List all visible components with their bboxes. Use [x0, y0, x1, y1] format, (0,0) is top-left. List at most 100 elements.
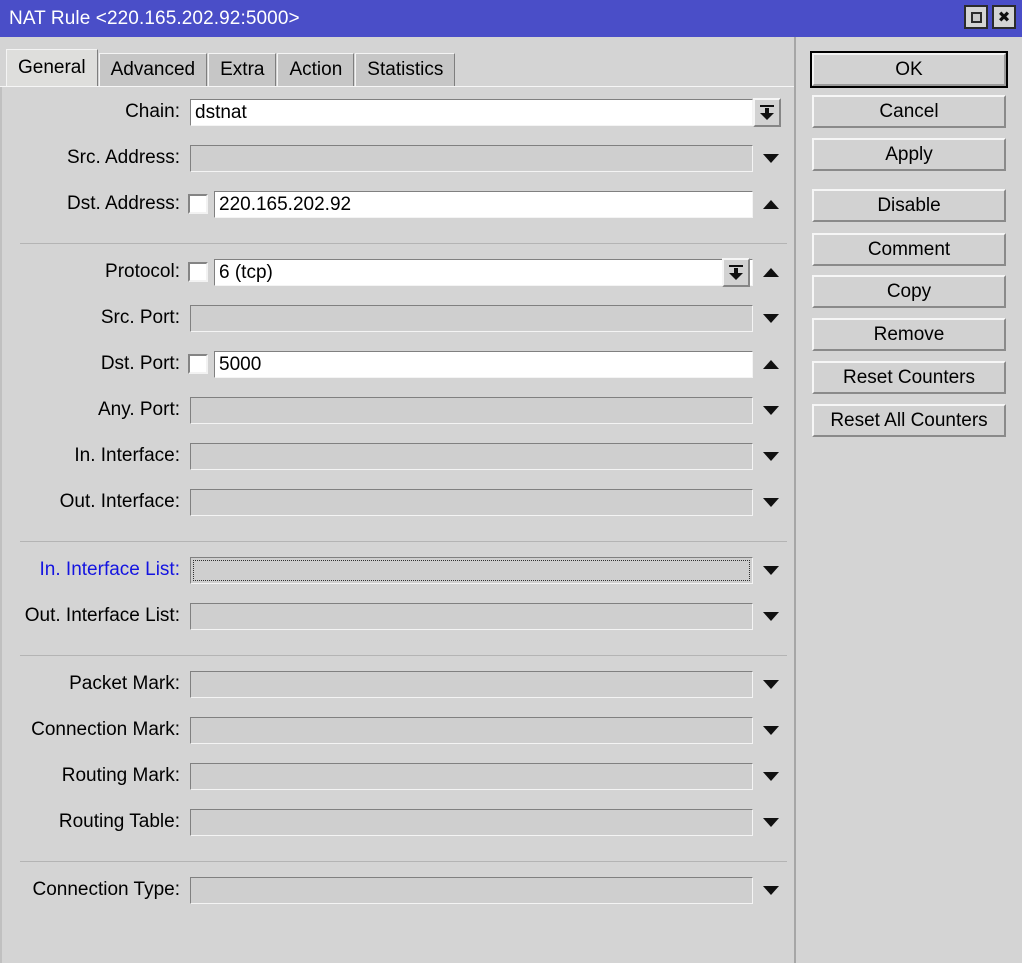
tab-label: Advanced [111, 59, 196, 81]
label-connection-mark: Connection Mark: [31, 714, 180, 746]
label-out-interface: Out. Interface: [60, 486, 180, 518]
button-label: Cancel [879, 101, 938, 123]
collapse-up-icon-protocol[interactable] [761, 265, 781, 279]
tab-label: General [18, 57, 86, 79]
tab-general[interactable]: General [6, 49, 98, 86]
field-row-connection-mark: Connection Mark: [2, 714, 796, 746]
copy-button[interactable]: Copy [812, 275, 1006, 308]
tab-advanced[interactable]: Advanced [99, 53, 208, 86]
button-label: Reset All Counters [830, 410, 987, 432]
expand-down-icon-packet-mark[interactable] [761, 677, 781, 691]
title-bar[interactable]: NAT Rule <220.165.202.92:5000> ✖ [0, 0, 1022, 37]
expand-down-icon-connection-mark[interactable] [761, 723, 781, 737]
label-dst-address: Dst. Address: [67, 188, 180, 220]
expand-down-icon-src-port[interactable] [761, 311, 781, 325]
input-value: 6 (tcp) [219, 262, 273, 283]
expand-down-icon-routing-mark[interactable] [761, 769, 781, 783]
field-row-any-port: Any. Port: [2, 394, 796, 426]
label-routing-table: Routing Table: [59, 806, 180, 838]
field-row-packet-mark: Packet Mark: [2, 668, 796, 700]
dialog-button-column: OK Cancel Apply Disable Comment Copy Remove Res… [796, 37, 1022, 963]
input-routing-table[interactable] [190, 809, 753, 836]
dropdown-arrow-icon [728, 264, 744, 281]
field-row-src-port: Src. Port: [2, 302, 796, 334]
general-tab-panel: Chain: dstnat Src. Address: Dst. Address: 22… [0, 87, 794, 963]
label-in-interface-list: In. Interface List: [40, 554, 180, 586]
field-row-src-address: Src. Address: [2, 142, 796, 174]
dropdown-button-protocol[interactable] [722, 258, 750, 287]
expand-down-icon-routing-table[interactable] [761, 815, 781, 829]
input-routing-mark[interactable] [190, 763, 753, 790]
input-src-port[interactable] [190, 305, 753, 332]
comment-button[interactable]: Comment [812, 233, 1006, 266]
input-packet-mark[interactable] [190, 671, 753, 698]
field-row-dst-address: Dst. Address: 220.165.202.92 [2, 188, 796, 220]
focus-ring [193, 560, 750, 581]
collapse-up-icon-dst-port[interactable] [761, 357, 781, 371]
tab-extra[interactable]: Extra [208, 53, 276, 86]
expand-down-icon-out-interface-list[interactable] [761, 609, 781, 623]
label-protocol: Protocol: [105, 256, 180, 288]
disable-button[interactable]: Disable [812, 189, 1006, 222]
cancel-button[interactable]: Cancel [812, 95, 1006, 128]
checkbox-protocol[interactable] [188, 262, 208, 282]
square-icon [971, 12, 982, 23]
field-group-separator [20, 655, 787, 656]
input-value: 220.165.202.92 [219, 194, 351, 215]
input-out-interface[interactable] [190, 489, 753, 516]
input-dst-address[interactable]: 220.165.202.92 [214, 191, 753, 218]
input-value: dstnat [195, 102, 247, 123]
expand-down-icon-in-interface[interactable] [761, 449, 781, 463]
window-controls: ✖ [964, 5, 1016, 29]
ok-button[interactable]: OK [810, 51, 1008, 88]
input-in-interface-list[interactable] [190, 557, 753, 584]
input-connection-type[interactable] [190, 877, 753, 904]
input-src-address[interactable] [190, 145, 753, 172]
tab-label: Action [289, 59, 342, 81]
tab-statistics[interactable]: Statistics [355, 53, 455, 86]
expand-down-icon-out-interface[interactable] [761, 495, 781, 509]
label-chain: Chain: [125, 96, 180, 128]
button-label: Remove [874, 324, 945, 346]
maximize-button[interactable] [964, 5, 988, 29]
dropdown-button-chain[interactable] [753, 98, 781, 127]
window-title: NAT Rule <220.165.202.92:5000> [0, 8, 300, 30]
input-any-port[interactable] [190, 397, 753, 424]
input-out-interface-list[interactable] [190, 603, 753, 630]
reset-counters-button[interactable]: Reset Counters [812, 361, 1006, 394]
collapse-up-icon-dst-address[interactable] [761, 197, 781, 211]
label-in-interface: In. Interface: [74, 440, 180, 472]
button-label: Apply [885, 144, 933, 166]
checkbox-dst-address[interactable] [188, 194, 208, 214]
reset-all-counters-button[interactable]: Reset All Counters [812, 404, 1006, 437]
expand-down-icon-connection-type[interactable] [761, 883, 781, 897]
expand-down-icon-any-port[interactable] [761, 403, 781, 417]
close-button[interactable]: ✖ [992, 5, 1016, 29]
input-chain[interactable]: dstnat [190, 99, 753, 126]
nat-rule-dialog: NAT Rule <220.165.202.92:5000> ✖ General… [0, 0, 1022, 963]
checkbox-dst-port[interactable] [188, 354, 208, 374]
input-value: 5000 [219, 354, 261, 375]
field-row-out-interface-list: Out. Interface List: [2, 600, 796, 632]
button-label: Comment [868, 239, 950, 261]
button-label: Disable [877, 195, 940, 217]
input-dst-port[interactable]: 5000 [214, 351, 753, 378]
button-label: Copy [887, 281, 931, 303]
tab-list: General Advanced Extra Action Statistics [6, 49, 456, 86]
field-row-chain: Chain: dstnat [2, 96, 796, 128]
expand-down-icon-src-address[interactable] [761, 151, 781, 165]
apply-button[interactable]: Apply [812, 138, 1006, 171]
expand-down-icon-in-interface-list[interactable] [761, 563, 781, 577]
tab-action[interactable]: Action [277, 53, 354, 86]
field-row-routing-mark: Routing Mark: [2, 760, 796, 792]
remove-button[interactable]: Remove [812, 318, 1006, 351]
input-in-interface[interactable] [190, 443, 753, 470]
button-label: Reset Counters [843, 367, 975, 389]
input-protocol[interactable]: 6 (tcp) [214, 259, 753, 286]
field-group-separator [20, 861, 787, 862]
field-group-separator [20, 541, 787, 542]
field-row-routing-table: Routing Table: [2, 806, 796, 838]
tab-label: Extra [220, 59, 264, 81]
input-connection-mark[interactable] [190, 717, 753, 744]
field-row-out-interface: Out. Interface: [2, 486, 796, 518]
